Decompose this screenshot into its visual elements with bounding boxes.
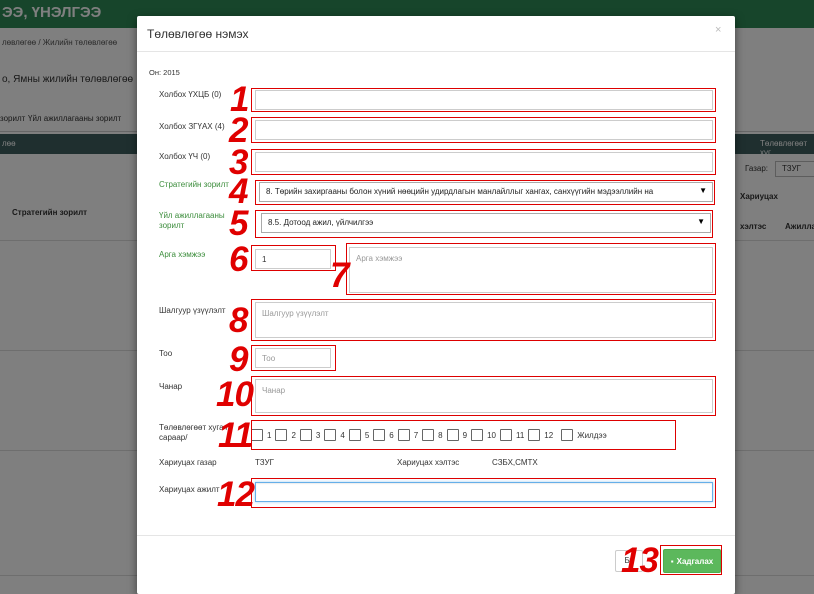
- checkbox[interactable]: [348, 429, 361, 441]
- criteria-label: Шалгуур үзүүлэлт: [159, 306, 226, 315]
- month-checkbox[interactable]: 11: [499, 429, 524, 441]
- month-checkbox[interactable]: 2: [275, 429, 296, 441]
- floppy-disk-icon: ▪: [670, 556, 674, 566]
- strategic-goal-label: Стратегийн зорилт: [159, 180, 229, 189]
- activity-goal-label: Үйл ажиллагааны зорилт: [159, 211, 225, 230]
- checkbox[interactable]: [561, 429, 574, 441]
- quantity-input[interactable]: [255, 348, 331, 368]
- link-zguah-label: Холбох ЗГҮАХ (4): [159, 122, 225, 131]
- month-checkbox[interactable]: 3: [299, 429, 320, 441]
- checkbox[interactable]: [397, 429, 410, 441]
- responsible-staff-input[interactable]: [255, 482, 713, 502]
- save-button[interactable]: ▪ Хадгалах: [663, 549, 721, 573]
- close-icon[interactable]: ×: [715, 24, 721, 36]
- month-checkbox[interactable]: 9: [446, 429, 467, 441]
- checkbox[interactable]: [422, 429, 435, 441]
- link-uch-input[interactable]: [255, 152, 713, 172]
- month-checkbox[interactable]: 6: [373, 429, 394, 441]
- quality-textarea[interactable]: [255, 379, 713, 413]
- quality-label: Чанар: [159, 382, 183, 391]
- criteria-textarea[interactable]: [255, 302, 713, 338]
- modal-title: Төлөвлөгөө нэмэх: [147, 27, 249, 41]
- responsible-staff-label: Хариуцах ажилт: [159, 485, 220, 494]
- method-number-input[interactable]: [255, 249, 331, 269]
- month-checkbox[interactable]: 4: [324, 429, 345, 441]
- month-checkbox-group: 1 2 3 4 5 6 7 8 9 10 11 12 Жилдээ: [251, 425, 611, 445]
- link-uch-label: Холбох ҮЧ (0): [159, 152, 211, 161]
- link-zguah-input[interactable]: [255, 120, 713, 140]
- responsible-dept-label: Хариуцах газар: [159, 458, 217, 467]
- method-textarea-wrap: [349, 247, 713, 293]
- checkbox[interactable]: [275, 429, 288, 441]
- annotation-number: 13: [621, 541, 659, 580]
- strategic-goal-value: 8. Төрийн захиргааны болон хүний нөөцийн…: [266, 187, 654, 196]
- method-textarea[interactable]: [349, 247, 713, 293]
- activity-goal-select[interactable]: 8.5. Дотоод ажил, үйлчилгээ ▼: [261, 213, 711, 233]
- checkbox[interactable]: [324, 429, 337, 441]
- quantity-label: Тоо: [159, 349, 173, 358]
- link-uhcb-input[interactable]: [255, 90, 713, 110]
- all-year-checkbox[interactable]: Жилдээ: [561, 429, 607, 441]
- annotation-number: 9: [229, 340, 248, 379]
- activity-goal-value: 8.5. Дотоод ажил, үйлчилгээ: [268, 218, 374, 227]
- link-uhcb-label: Холбох ҮХЦБ (0): [159, 90, 222, 99]
- chevron-down-icon: ▼: [697, 217, 705, 226]
- method-label: Арга хэмжээ: [159, 250, 206, 259]
- month-checkbox[interactable]: 5: [348, 429, 369, 441]
- annotation-number: 6: [229, 240, 248, 279]
- responsible-unit-value: СЗБХ,СМТХ: [492, 458, 538, 467]
- month-checkbox[interactable]: 8: [422, 429, 443, 441]
- checkbox[interactable]: [528, 429, 541, 441]
- quality-textarea-wrap: [255, 379, 713, 413]
- modal-footer-divider: [137, 535, 735, 536]
- annotation-number: 11: [218, 416, 253, 455]
- criteria-textarea-wrap: [255, 302, 713, 338]
- checkbox[interactable]: [373, 429, 386, 441]
- month-checkbox[interactable]: 10: [471, 429, 496, 441]
- annotation-number: 10: [216, 375, 254, 414]
- checkbox[interactable]: [446, 429, 459, 441]
- modal-header-divider: [137, 51, 735, 52]
- responsible-unit-label: Хариуцах хэлтэс: [397, 458, 460, 467]
- chevron-down-icon: ▼: [699, 186, 707, 195]
- strategic-goal-select[interactable]: 8. Төрийн захиргааны болон хүний нөөцийн…: [259, 182, 713, 202]
- month-checkbox[interactable]: 1: [251, 429, 271, 441]
- checkbox[interactable]: [499, 429, 512, 441]
- checkbox[interactable]: [299, 429, 312, 441]
- year-label: Он: 2015: [149, 68, 180, 77]
- annotation-number: 5: [229, 204, 248, 243]
- annotation-number: 8: [229, 301, 248, 340]
- save-button-label: Хадгалах: [676, 556, 714, 566]
- month-checkbox[interactable]: 12: [528, 429, 553, 441]
- checkbox[interactable]: [251, 429, 263, 441]
- month-checkbox[interactable]: 7: [397, 429, 418, 441]
- checkbox[interactable]: [471, 429, 484, 441]
- annotation-number: 7: [330, 256, 349, 295]
- annotation-number: 12: [217, 475, 255, 514]
- responsible-dept-value: ТЗУГ: [255, 458, 274, 467]
